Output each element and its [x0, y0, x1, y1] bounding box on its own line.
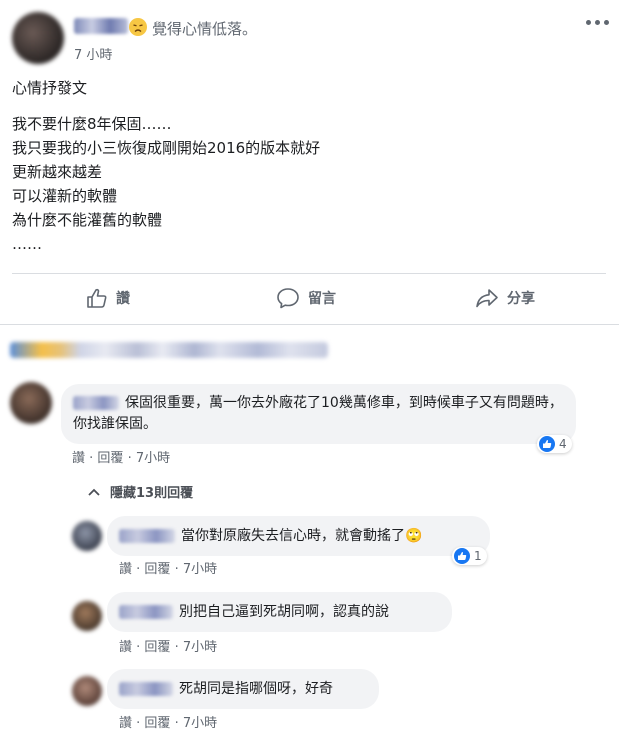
- hide-replies-label: 隱藏13則回覆: [110, 486, 194, 501]
- reply-time[interactable]: 7小時: [183, 562, 217, 577]
- post-line: 可以灌新的軟體: [12, 187, 118, 205]
- reply-reply-link[interactable]: 回覆: [144, 640, 170, 655]
- reply-like-link[interactable]: 讚: [119, 640, 132, 655]
- poster-name[interactable]: [74, 18, 128, 34]
- comment-time[interactable]: 7小時: [136, 451, 170, 466]
- reply-meta: 讚 · 回覆 · 7小時: [119, 562, 218, 577]
- reply-reply-link[interactable]: 回覆: [144, 716, 170, 731]
- like-label: 讚: [116, 291, 130, 307]
- reply-bubble: 死胡同是指哪個呀，好奇: [107, 669, 379, 709]
- share-button[interactable]: 分享: [475, 287, 535, 309]
- comment-text: 保固很重要，萬一你去外廠花了10幾萬修車，到時候車子又有問題時，你找誰保固。: [73, 395, 563, 432]
- reply-avatar[interactable]: [72, 521, 102, 551]
- divider: [12, 273, 606, 274]
- share-label: 分享: [507, 291, 535, 307]
- reply-text: 當你對原廠失去信心時，就會動搖了: [181, 528, 405, 544]
- post-line: 更新越來越差: [12, 163, 103, 181]
- post-line: 為什麼不能灌舊的軟體: [12, 211, 163, 229]
- thumbs-up-icon: [87, 288, 107, 308]
- reply-like-link[interactable]: 讚: [119, 716, 132, 731]
- comment-like-link[interactable]: 讚: [72, 451, 85, 466]
- post-line: ……: [12, 235, 42, 253]
- hide-replies-toggle[interactable]: 隱藏13則回覆: [88, 482, 193, 501]
- comment-label: 留言: [308, 291, 336, 307]
- reply-bubble: 別把自己逼到死胡同啊，認真的說: [107, 592, 452, 632]
- chevron-up-icon: [88, 488, 100, 496]
- comment-reply-link[interactable]: 回覆: [97, 451, 123, 466]
- comment-button[interactable]: 留言: [276, 287, 336, 309]
- share-arrow-icon: [476, 289, 498, 308]
- reply-meta: 讚 · 回覆 · 7小時: [119, 640, 218, 655]
- reply-reply-link[interactable]: 回覆: [144, 562, 170, 577]
- reply-like-link[interactable]: 讚: [119, 562, 132, 577]
- reply-reactions[interactable]: 1: [452, 547, 487, 565]
- like-button[interactable]: 讚: [86, 287, 130, 309]
- comment-bubble: 保固很重要，萬一你去外廠花了10幾萬修車，到時候車子又有問題時，你找誰保固。: [61, 384, 576, 444]
- reply-time[interactable]: 7小時: [183, 716, 217, 731]
- post-line: 心情抒發文: [12, 79, 88, 97]
- commenter-avatar[interactable]: [10, 382, 52, 424]
- reply-avatar[interactable]: [72, 676, 102, 706]
- reply-avatar[interactable]: [72, 601, 102, 631]
- reaction-count: 4: [559, 437, 567, 451]
- reply-bubble: 當你對原廠失去信心時，就會動搖了🙄: [107, 516, 490, 556]
- like-reaction-icon: [454, 548, 470, 564]
- divider: [0, 324, 619, 325]
- post-time[interactable]: 7 小時: [74, 44, 112, 63]
- reply-text: 別把自己逼到死胡同啊，認真的說: [179, 604, 389, 620]
- reply-time[interactable]: 7小時: [183, 640, 217, 655]
- reply-author-name[interactable]: [119, 605, 173, 619]
- more-options-icon[interactable]: [586, 14, 610, 30]
- rolling-eyes-emoji: 🙄: [405, 528, 423, 544]
- comment-meta: 讚 · 回覆 · 7小時: [72, 451, 171, 466]
- poster-avatar[interactable]: [12, 12, 64, 64]
- post-line: 我只要我的小三恢復成剛開始2016的版本就好: [12, 139, 321, 157]
- reply-author-name[interactable]: [119, 682, 173, 696]
- post-body: 心情抒發文 我不要什麼8年保固…… 我只要我的小三恢復成剛開始2016的版本就好…: [12, 76, 320, 256]
- feeling-text: 覺得心情低落。: [152, 20, 258, 38]
- reply-text: 死胡同是指哪個呀，好奇: [179, 681, 333, 697]
- reply-meta: 讚 · 回覆 · 7小時: [119, 716, 218, 731]
- feeling-sad-icon: [129, 18, 147, 36]
- post-line: 我不要什麼8年保固……: [12, 115, 172, 133]
- reply-author-name[interactable]: [119, 529, 175, 543]
- commenter-name[interactable]: [73, 396, 119, 410]
- reaction-count: 1: [474, 549, 482, 563]
- comment-bubble-icon: [277, 288, 299, 309]
- comment-reactions[interactable]: 4: [537, 435, 572, 453]
- like-reaction-icon: [539, 436, 555, 452]
- reactions-summary[interactable]: [10, 342, 328, 358]
